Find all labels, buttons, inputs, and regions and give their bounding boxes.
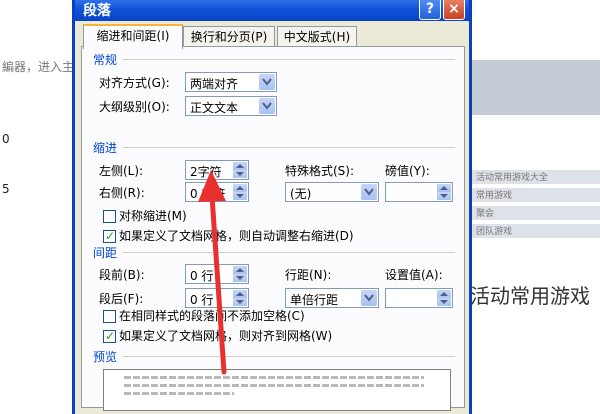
- annotation-arrow-icon: [198, 170, 227, 375]
- tab-indents-spacing[interactable]: 缩进和间距(I): [83, 24, 183, 49]
